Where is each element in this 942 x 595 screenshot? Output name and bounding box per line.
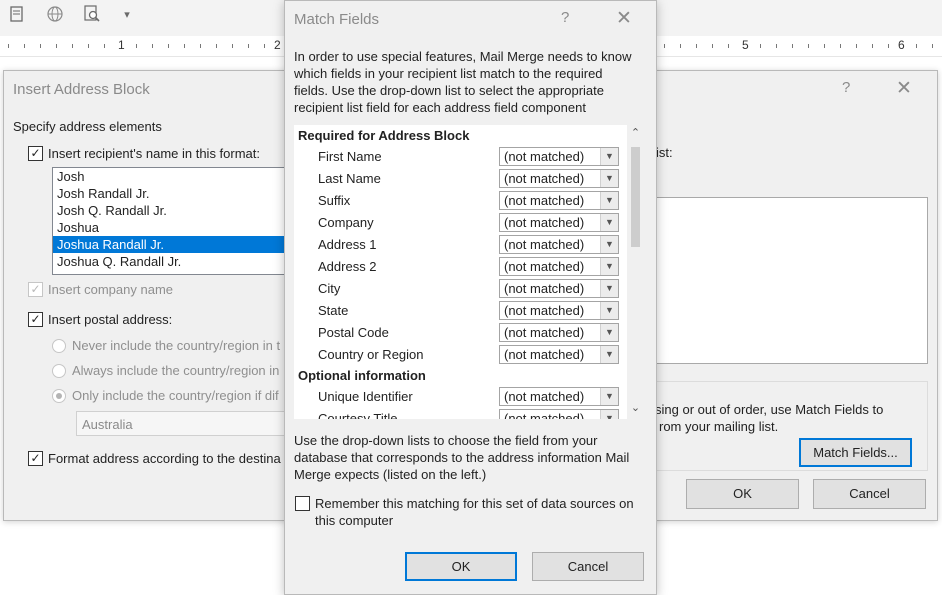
insert-postal-checkbox[interactable]: ✓ (28, 312, 43, 327)
insert-postal-label: Insert postal address: (48, 312, 173, 327)
field-label: Suffix (318, 193, 351, 208)
field-label: First Name (318, 149, 382, 164)
field-dropdown[interactable]: (not matched) ▼ (499, 257, 619, 276)
help-button[interactable]: ? (842, 79, 850, 96)
field-dropdown[interactable]: (not matched) ▼ (499, 323, 619, 342)
insert-name-label: Insert recipient's name in this format: (48, 146, 261, 161)
ruler-number: 6 (898, 38, 905, 52)
radio-always-label: Always include the country/region in (72, 363, 280, 378)
radio-always[interactable] (52, 364, 66, 378)
dropdown-help-text: Use the drop-down lists to choose the fi… (294, 433, 630, 482)
field-dropdown[interactable]: (not matched) ▼ (499, 213, 619, 232)
chevron-down-icon: ▼ (600, 302, 618, 319)
cancel-button[interactable]: Cancel (813, 479, 926, 509)
dialog-title: Match Fields (294, 11, 380, 28)
remember-matching-label: Remember this matching for this set of d… (315, 496, 634, 528)
insert-name-checkbox[interactable]: ✓ (28, 146, 43, 161)
field-dropdown[interactable]: (not matched) ▼ (499, 235, 619, 254)
ruler-number: 5 (742, 38, 749, 52)
format-address-checkbox[interactable]: ✓ (28, 451, 43, 466)
field-label: Address 2 (318, 259, 377, 274)
dialog-title: Insert Address Block (13, 81, 150, 98)
match-fields-button[interactable]: Match Fields... (799, 438, 912, 467)
chevron-down-icon: ▼ (600, 170, 618, 187)
list-item[interactable]: Josh Q. Randall Jr. (53, 202, 293, 219)
field-label: Unique Identifier (318, 389, 413, 404)
scrollbar-thumb[interactable] (631, 147, 640, 247)
field-label: Company (318, 215, 374, 230)
chevron-up-icon[interactable]: ⌃ (627, 125, 644, 142)
intro-text: In order to use special features, Mail M… (294, 49, 632, 115)
field-dropdown[interactable]: (not matched) ▼ (499, 279, 619, 298)
radio-never[interactable] (52, 339, 66, 353)
chevron-down-icon: ▼ (600, 280, 618, 297)
optional-section-header: Optional information (298, 368, 426, 383)
field-dropdown[interactable]: (not matched) ▼ (499, 387, 619, 406)
list-item[interactable]: Joshua Q. Randall Jr. (53, 253, 293, 270)
close-icon[interactable]: ✕ (896, 77, 912, 100)
list-item[interactable]: Joshua (53, 219, 293, 236)
list-item[interactable]: Josh Randall Jr. (53, 185, 293, 202)
list-item-selected[interactable]: Joshua Randall Jr. (53, 236, 293, 253)
chevron-down-icon: ▼ (600, 148, 618, 165)
field-label: Address 1 (318, 237, 377, 252)
chevron-down-icon: ▼ (600, 236, 618, 253)
field-dropdown[interactable]: (not matched) ▼ (499, 301, 619, 320)
match-fields-dialog: Match Fields ? ✕ In order to use special… (284, 0, 657, 595)
chevron-down-icon[interactable]: ⌄ (627, 400, 644, 417)
list-scrollbar[interactable]: ⌃ ⌄ (627, 125, 644, 419)
customize-dropdown-icon[interactable]: ▾ (116, 4, 138, 24)
match-info-line1: sing or out of order, use Match Fields t… (655, 402, 884, 417)
preview-magnifier-icon[interactable] (81, 4, 103, 24)
ok-button[interactable]: OK (405, 552, 517, 581)
field-label: Courtesy Title (318, 411, 398, 419)
chevron-down-icon: ▼ (600, 324, 618, 341)
chevron-down-icon: ▼ (600, 214, 618, 231)
field-mapping-list: Required for Address Block First Name (n… (294, 125, 627, 419)
close-icon[interactable]: ✕ (616, 7, 632, 30)
help-button[interactable]: ? (561, 9, 569, 26)
field-dropdown[interactable]: (not matched) ▼ (499, 169, 619, 188)
list-item[interactable]: Josh (53, 168, 293, 185)
insert-company-label: Insert company name (48, 282, 174, 297)
specify-elements-label: Specify address elements (13, 119, 162, 134)
name-format-list[interactable]: Josh Josh Randall Jr. Josh Q. Randall Jr… (52, 167, 294, 275)
address-preview (654, 197, 928, 364)
cancel-button[interactable]: Cancel (532, 552, 644, 581)
field-label: Postal Code (318, 325, 389, 340)
ok-button[interactable]: OK (686, 479, 799, 509)
field-label: Last Name (318, 171, 381, 186)
remember-matching-checkbox[interactable] (295, 496, 310, 511)
match-info-line2: rom your mailing list. (659, 419, 779, 434)
radio-never-label: Never include the country/region in t (72, 338, 281, 353)
field-dropdown[interactable]: (not matched) ▼ (499, 409, 619, 419)
document-icon[interactable] (6, 4, 28, 24)
field-dropdown[interactable]: (not matched) ▼ (499, 345, 619, 364)
field-dropdown[interactable]: (not matched) ▼ (499, 147, 619, 166)
globe-icon[interactable] (44, 4, 66, 24)
field-label: Country or Region (318, 347, 424, 362)
chevron-down-icon: ▼ (600, 388, 618, 405)
format-address-label: Format address according to the destina (48, 451, 281, 466)
chevron-down-icon: ▼ (600, 258, 618, 275)
ruler-number: 2 (274, 38, 281, 52)
ruler-number: 1 (118, 38, 125, 52)
field-label: City (318, 281, 341, 296)
chevron-down-icon: ▼ (600, 192, 618, 209)
chevron-down-icon: ▼ (600, 346, 618, 363)
insert-company-checkbox[interactable]: ✓ (28, 282, 43, 297)
field-dropdown[interactable]: (not matched) ▼ (499, 191, 619, 210)
country-dropdown[interactable]: Australia (76, 411, 296, 436)
chevron-down-icon: ▼ (600, 410, 618, 419)
field-label: State (318, 303, 349, 318)
radio-only[interactable] (52, 389, 66, 403)
required-section-header: Required for Address Block (298, 128, 470, 143)
preview-label: ist: (656, 145, 673, 160)
radio-only-label: Only include the country/region if dif (72, 388, 279, 403)
